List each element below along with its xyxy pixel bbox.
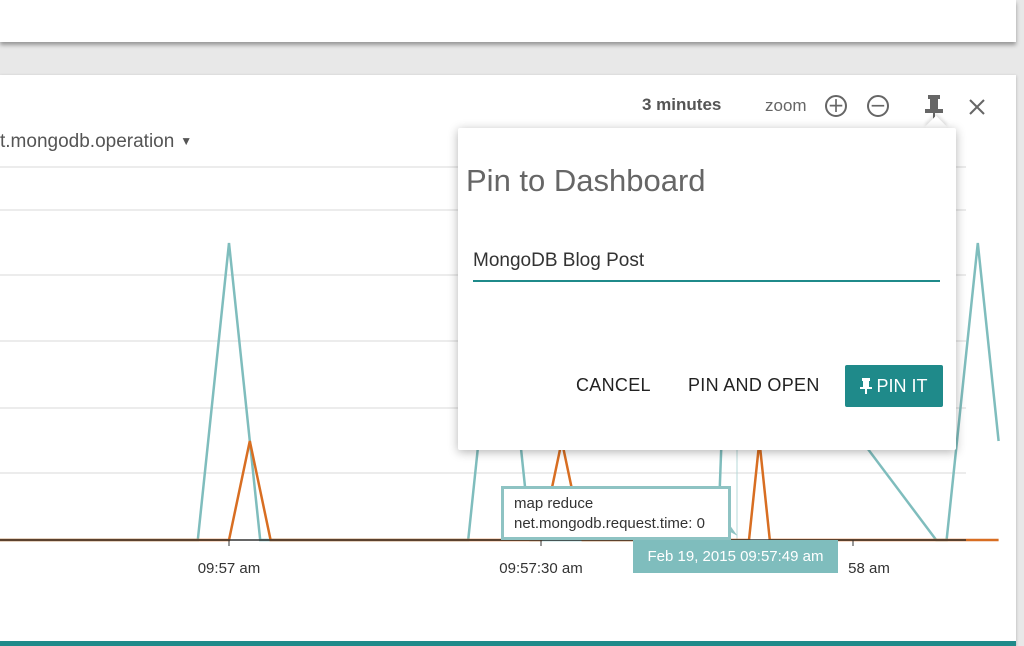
pin-to-dashboard-dialog: Pin to Dashboard CANCEL PIN AND OPEN PIN… <box>458 128 956 450</box>
dashboard-name-input[interactable] <box>473 244 940 282</box>
zoom-label: zoom <box>765 96 807 115</box>
previous-panel-card <box>0 0 1016 42</box>
panel-accent-bar <box>0 641 1016 646</box>
x-tick-label: 09:57:30 am <box>499 560 582 577</box>
pin-it-label: PIN IT <box>876 376 928 396</box>
metric-selector[interactable]: t.mongodb.operation ▼ <box>0 131 192 153</box>
tooltip-series-name: map reduce <box>514 495 594 512</box>
crosshair-timestamp: Feb 19, 2015 09:57:49 am <box>633 540 838 573</box>
zoom-out-icon[interactable]: − <box>867 95 889 117</box>
chart-hover-tooltip: map reduce net.mongodb.request.time: 0 <box>501 486 731 540</box>
series-line-1 <box>0 440 999 542</box>
close-icon[interactable] <box>967 97 987 122</box>
time-range-label[interactable]: 3 minutes <box>642 95 721 115</box>
caret-down-icon: ▼ <box>180 134 193 148</box>
metric-title: t.mongodb.operation <box>0 131 175 152</box>
pin-and-open-button[interactable]: PIN AND OPEN <box>688 375 820 396</box>
pin-icon <box>860 378 873 394</box>
zoom-in-icon[interactable]: + <box>825 95 847 117</box>
tooltip-metric-value: net.mongodb.request.time: 0 <box>514 515 705 532</box>
cancel-button[interactable]: CANCEL <box>576 375 651 396</box>
dialog-title: Pin to Dashboard <box>466 163 706 198</box>
x-tick-label: 58 am <box>848 560 890 577</box>
pin-it-button[interactable]: PIN IT <box>845 365 943 407</box>
x-tick-label: 09:57 am <box>198 560 261 577</box>
